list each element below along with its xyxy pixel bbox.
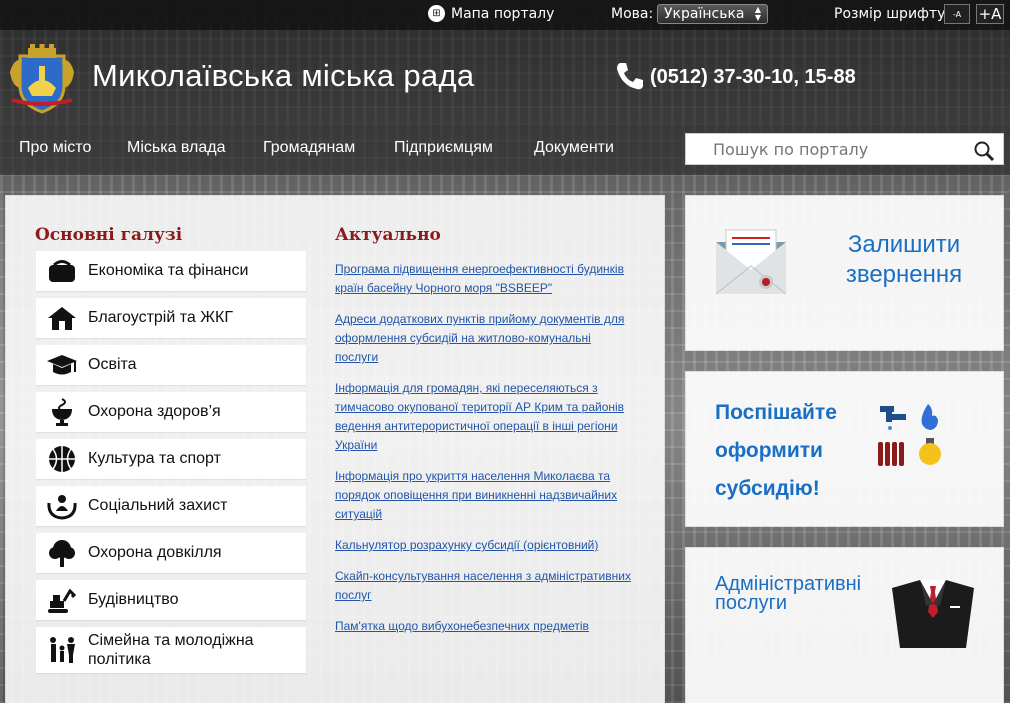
search-box — [685, 133, 1004, 165]
appeal-card-title: Залишити звернення — [845, 231, 963, 288]
sector-item-education[interactable]: Освіта — [36, 345, 306, 385]
house-icon — [48, 307, 76, 330]
sector-item-social-protection[interactable]: Соціальний захист — [36, 486, 306, 526]
sector-item-culture-sport[interactable]: Культура та спорт — [36, 439, 306, 479]
sector-item-utilities[interactable]: Благоустрій та ЖКГ — [36, 298, 306, 338]
basketball-icon — [49, 446, 75, 472]
radiator-icon — [878, 442, 904, 466]
site-title[interactable]: Миколаївська міська рада — [92, 58, 474, 94]
select-arrows-icon: ▲ ▼ — [754, 5, 761, 22]
sector-item-construction[interactable]: Будівництво — [36, 580, 306, 620]
phone-icon — [617, 63, 643, 90]
language-selected-value: Українська — [664, 6, 745, 22]
news-link[interactable]: Скайп-консультування населення з адмініс… — [335, 567, 631, 605]
suit-icon — [892, 580, 974, 648]
news-link[interactable]: Інформація про укриття населення Миколає… — [335, 467, 631, 524]
city-crest-icon[interactable] — [6, 42, 78, 114]
sector-label: Будівництво — [88, 591, 179, 608]
graduation-cap-icon — [47, 355, 77, 375]
search-input[interactable] — [686, 134, 966, 164]
excavator-icon — [48, 588, 77, 613]
sector-label: Культура та спорт — [88, 450, 221, 467]
news-link[interactable]: Адреси додаткових пунктів прийому докуме… — [335, 310, 631, 367]
sectors-list: Економіка та фінанси Благоустрій та ЖКГ … — [36, 251, 306, 680]
news-link[interactable]: Пам'ятка щодо вибухонебезпечних предметі… — [335, 617, 631, 636]
font-decrease-button[interactable]: -A — [944, 4, 970, 24]
gas-flame-icon — [921, 404, 938, 430]
sector-label: Сімейна та молодіжна політика — [88, 632, 254, 668]
news-link[interactable]: Кальнулятор розрахунку субсидії (орієнто… — [335, 536, 631, 555]
main-content-panel: Основні галузі Економіка та фінанси Благ… — [5, 195, 665, 703]
sitemap-icon: ⊞ — [428, 5, 445, 22]
envelope-icon — [715, 229, 787, 295]
utilities-icons — [878, 404, 941, 466]
portal-map-link[interactable]: ⊞ Мапа порталу — [428, 5, 554, 22]
nav-item-entrepreneurs[interactable]: Підприємцям — [394, 139, 493, 157]
sector-label: Охорона здоров’я — [88, 403, 221, 420]
news-list: Програма підвищення енергоефективності б… — [335, 260, 631, 648]
sector-item-family-youth[interactable]: Сімейна та молодіжна політика — [36, 627, 306, 673]
nav-item-about-city[interactable]: Про місто — [19, 139, 91, 157]
admin-services-title: Адміністративні послуги — [715, 573, 862, 614]
sectors-title: Основні галузі — [35, 225, 183, 245]
family-hands-icon — [47, 495, 77, 520]
admin-services-card[interactable]: Адміністративні послуги — [685, 547, 1004, 703]
sector-label: Економіка та фінанси — [88, 262, 249, 279]
portal-map-label: Мапа порталу — [451, 5, 555, 22]
subsidy-card[interactable]: Поспішайте оформити субсидію! — [685, 371, 1004, 527]
font-increase-button[interactable]: +A — [976, 4, 1004, 24]
font-size-label: Розмір шрифту: — [834, 6, 951, 22]
top-bar: ⊞ Мапа порталу Мова: Українська ▲ ▼ Розмі… — [0, 0, 1010, 30]
site-header: Миколаївська міська рада (0512) 37-30-10… — [0, 30, 1010, 123]
sector-item-economy[interactable]: Економіка та фінанси — [36, 251, 306, 291]
sector-item-healthcare[interactable]: Охорона здоров’я — [36, 392, 306, 432]
appeal-card[interactable]: Залишити звернення — [685, 195, 1004, 351]
sector-label: Освіта — [88, 356, 137, 373]
light-bulb-icon — [919, 438, 941, 465]
nav-item-citizens[interactable]: Громадянам — [263, 139, 355, 157]
search-icon[interactable] — [973, 140, 995, 162]
news-title: Актуально — [335, 225, 441, 245]
language-label: Мова: — [611, 6, 654, 22]
subsidy-card-title: Поспішайте оформити субсидію! — [715, 401, 837, 500]
nav-item-documents[interactable]: Документи — [534, 139, 614, 157]
tree-icon — [49, 540, 75, 567]
news-link[interactable]: Програма підвищення енергоефективності б… — [335, 260, 631, 298]
sector-label: Благоустрій та ЖКГ — [88, 309, 233, 326]
sector-item-environment[interactable]: Охорона довкілля — [36, 533, 306, 573]
family-icon — [50, 637, 75, 663]
sector-label: Охорона довкілля — [88, 544, 222, 561]
nav-item-city-government[interactable]: Міська влада — [127, 139, 226, 157]
phone-number: (0512) 37-30-10, 15-88 — [650, 66, 856, 88]
medicine-bowl-icon — [52, 398, 72, 426]
sector-label: Соціальний захист — [88, 497, 228, 514]
water-tap-icon — [880, 406, 906, 430]
wallet-icon — [49, 260, 75, 282]
news-link[interactable]: Інформація для громадян, які переселяють… — [335, 379, 631, 455]
language-select[interactable]: Українська ▲ ▼ — [657, 4, 768, 24]
